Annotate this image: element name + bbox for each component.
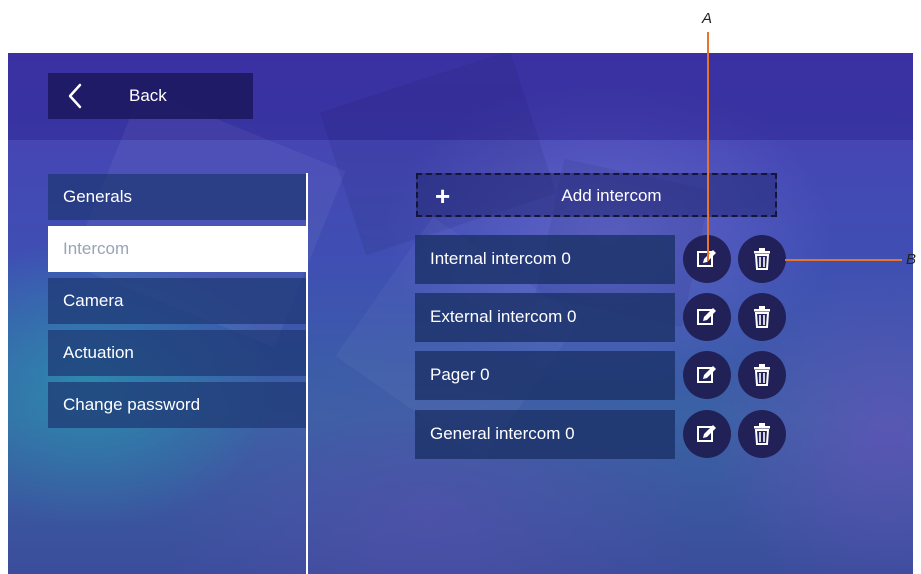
sidebar-item-camera[interactable]: Camera — [48, 278, 306, 324]
trash-icon — [754, 423, 770, 445]
edit-button[interactable] — [683, 351, 731, 399]
delete-button[interactable] — [738, 235, 786, 283]
intercom-row-label: Pager 0 — [430, 365, 490, 384]
sidebar-item-generals[interactable]: Generals — [48, 174, 306, 220]
delete-button[interactable] — [738, 293, 786, 341]
edit-icon — [697, 366, 716, 383]
sidebar-item-label: Actuation — [63, 343, 134, 362]
intercom-row-label: General intercom 0 — [430, 424, 575, 443]
callout-label-a: A — [702, 10, 713, 27]
add-intercom-label: Add intercom — [561, 186, 662, 205]
sidebar-item-label: Generals — [63, 187, 132, 206]
callout-line-a — [707, 32, 709, 261]
edit-icon — [697, 425, 716, 442]
section-divider — [306, 173, 308, 574]
sidebar-item-label: Intercom — [63, 239, 130, 258]
intercom-row-internal[interactable]: Internal intercom 0 — [415, 235, 675, 284]
delete-button[interactable] — [738, 351, 786, 399]
edit-icon — [697, 308, 716, 325]
intercom-row-external[interactable]: External intercom 0 — [415, 293, 675, 342]
edit-button[interactable] — [683, 410, 731, 458]
chevron-left-icon — [68, 83, 82, 109]
sidebar-item-label: Camera — [63, 291, 124, 310]
delete-button[interactable] — [738, 410, 786, 458]
intercom-row-label: Internal intercom 0 — [430, 249, 571, 268]
trash-icon — [754, 364, 770, 386]
intercom-row-label: External intercom 0 — [430, 307, 577, 326]
sidebar-item-intercom[interactable]: Intercom — [48, 226, 306, 272]
sidebar-item-actuation[interactable]: Actuation — [48, 330, 306, 376]
add-intercom-button[interactable]: + Add intercom — [416, 173, 777, 217]
sidebar-item-label: Change password — [63, 395, 201, 414]
intercom-row-general[interactable]: General intercom 0 — [415, 410, 675, 459]
trash-icon — [754, 248, 770, 270]
callout-label-b: B — [906, 251, 917, 268]
back-label: Back — [129, 86, 167, 105]
intercom-row-pager[interactable]: Pager 0 — [415, 351, 675, 400]
sidebar-item-change-password[interactable]: Change password — [48, 382, 306, 428]
back-button[interactable]: Back — [48, 73, 253, 119]
callout-line-b — [785, 259, 902, 261]
intercom-settings-screen: Back Generals Intercom Camera Actuation … — [8, 53, 913, 574]
edit-button[interactable] — [683, 293, 731, 341]
trash-icon — [754, 306, 770, 328]
